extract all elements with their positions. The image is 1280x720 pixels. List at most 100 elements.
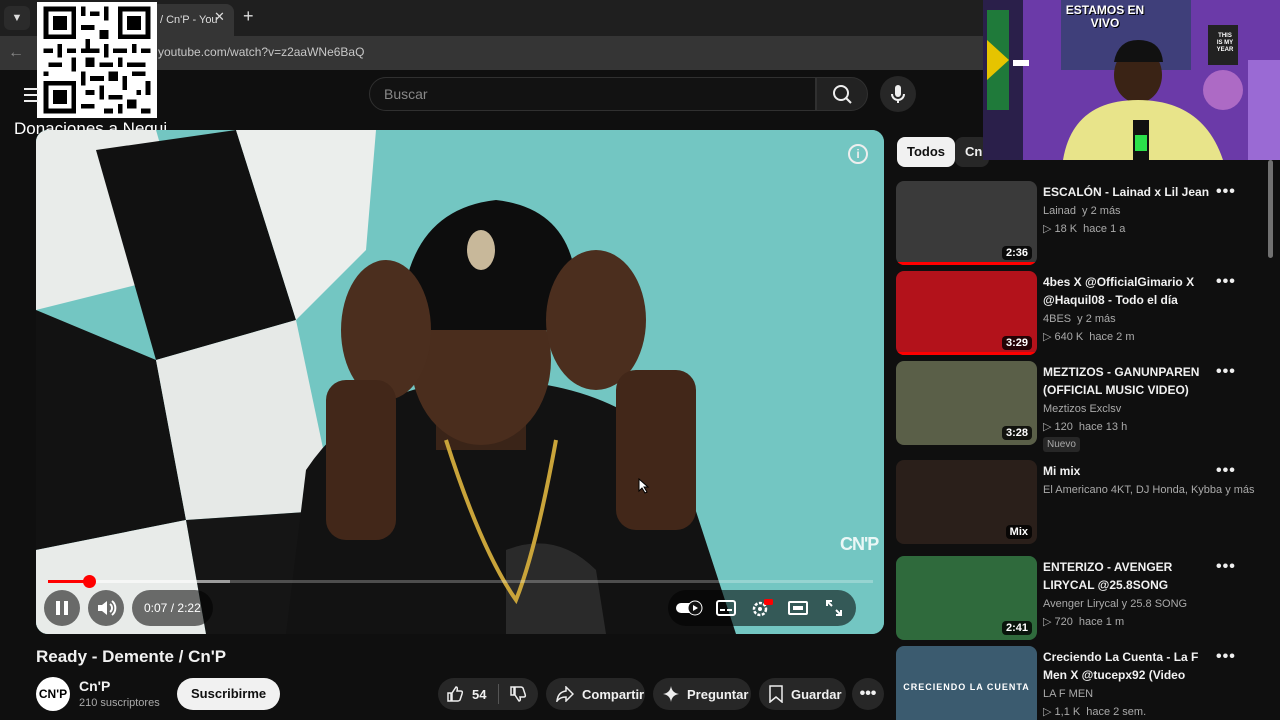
recommendation-title[interactable]: ENTERIZO - AVENGER LIRYCAL @25.8SONG [1043,558,1218,594]
subtitles-icon [716,600,736,616]
recommendation-thumbnail[interactable]: 3:28 [896,361,1037,445]
time-display: 0:07 / 2:22 [132,590,213,626]
subtitles-button[interactable] [708,590,744,626]
webcam-overlay: ESTAMOS EN VIVO THIS IS MY YEAR [983,0,1280,160]
info-icon[interactable]: i [848,144,868,164]
watched-progress [896,352,1037,355]
recommendation-item[interactable]: 2:41 ENTERIZO - AVENGER LIRYCAL @25.8SONG… [896,556,1266,646]
recommendation-thumbnail[interactable]: CRECIENDO LA CUENTA [896,646,1037,720]
recommendation-stats: ▷ 720 hace 1 m [1043,615,1124,628]
recommendation-title[interactable]: Mi mix [1043,462,1218,480]
fullscreen-button[interactable] [816,590,852,626]
upload-age: hace 2 sem. [1086,706,1147,718]
video-player[interactable]: i CN'P 0:07 / 2:22 [36,130,884,634]
subscriber-count: 210 suscriptores [79,697,160,709]
duration-badge: Mix [1005,525,1032,539]
mouse-cursor-icon [638,478,650,494]
url-field[interactable]: youtube.com/watch?v=z2aaWNe6BaQ [158,45,364,59]
search-input[interactable]: Buscar [369,77,816,111]
voice-search-button[interactable] [880,76,916,112]
gear-icon [752,599,773,617]
qr-code-image [37,2,157,118]
dislike-button[interactable] [509,685,527,703]
volume-button[interactable] [88,590,124,626]
tab-close-icon[interactable]: ✕ [214,9,225,25]
more-vertical-icon[interactable]: ••• [1216,462,1236,480]
tab-list-dropdown-icon[interactable]: ▼ [4,6,30,30]
time-total: 2:22 [177,601,201,615]
recommendation-title[interactable]: Creciendo La Cuenta - La F Men X @tucepx… [1043,648,1218,684]
channel-name: Lainad [1043,205,1077,217]
video-frame [36,130,884,634]
save-button[interactable]: Guardar [759,678,846,710]
upload-age: hace 1 a [1083,223,1126,235]
bookmark-icon [769,685,783,703]
theater-icon [788,601,808,615]
subscribe-button[interactable]: Suscribirme [177,678,281,710]
recommendation-thumbnail[interactable]: 3:29 [896,271,1037,355]
channel-name: Meztizos Exclsv [1043,403,1122,415]
more-vertical-icon[interactable]: ••• [1216,363,1236,381]
recommendation-channel[interactable]: LA F MEN [1043,688,1093,700]
recommendation-channel[interactable]: Avenger Lirycal y 25.8 SONG [1043,598,1187,610]
theater-mode-button[interactable] [780,590,816,626]
channel-name: LA F MEN [1043,688,1094,700]
pause-button[interactable] [44,590,80,626]
more-vertical-icon[interactable]: ••• [1216,648,1236,666]
thumbs-down-icon [510,686,527,702]
play-icon: ▷ [1043,223,1055,235]
recommendation-item[interactable]: 3:28 MEZTIZOS - GANUNPAREN (OFFICIAL MUSI… [896,361,1266,452]
new-tab-icon[interactable]: + [243,6,254,27]
sidebar-scrollbar[interactable] [1268,160,1273,258]
share-icon [556,686,574,702]
recommendation-thumbnail[interactable]: Mix [896,460,1037,544]
recommendation-item[interactable]: 2:36 ESCALÓN - Lainad x Lil Jean Lainad y 2… [896,181,1266,271]
webcam-poster: THIS IS MY YEAR [1213,31,1237,56]
view-count: 1,1 K [1054,706,1081,718]
channel-avatar[interactable]: CN'P [36,677,70,711]
recommendation-stats: ▷ 18 K hace 1 a [1043,222,1125,235]
recommendation-item[interactable]: 3:29 4bes X @OfficialGimario X @Haquil08 … [896,271,1266,361]
recommendation-channel[interactable]: 4BES y 2 más [1043,313,1116,325]
search-icon [833,85,852,104]
more-actions-button[interactable]: ••• [852,678,884,710]
recommendation-title[interactable]: ESCALÓN - Lainad x Lil Jean [1043,183,1218,201]
back-arrow-icon[interactable]: ← [8,44,24,62]
recommendation-item[interactable]: CRECIENDO LA CUENTA Creciendo La Cuenta -… [896,646,1266,720]
progress-bar[interactable] [48,575,873,588]
upload-age: hace 1 m [1078,616,1125,628]
recommendation-channel[interactable]: El Americano 4KT, DJ Honda, Kybba y más [1043,484,1255,496]
tab-title: / Cn'P - You [160,14,218,26]
settings-button[interactable] [744,590,780,626]
more-vertical-icon[interactable]: ••• [1216,558,1236,576]
save-label: Guardar [791,686,842,702]
recommendation-thumbnail[interactable]: 2:36 [896,181,1037,265]
recommendation-channel[interactable]: Meztizos Exclsv [1043,403,1121,415]
recommendation-item[interactable]: Mix Mi mix El Americano 4KT, DJ Honda, Kyb… [896,460,1266,550]
play-icon: ▷ [1043,706,1055,718]
new-badge: Nuevo [1043,437,1080,452]
share-button[interactable]: Compartir [546,678,645,710]
more-vertical-icon[interactable]: ••• [1216,273,1236,291]
time-current: 0:07 [144,601,168,615]
like-button[interactable]: 54 [446,685,486,703]
channel-name: El Americano 4KT, DJ Honda, Kybba y más [1043,484,1255,496]
recommendation-title[interactable]: MEZTIZOS - GANUNPAREN (OFFICIAL MUSIC VI… [1043,363,1218,399]
recommendation-thumbnail[interactable]: 2:41 [896,556,1037,640]
autoplay-toggle[interactable] [672,590,708,626]
recommendation-title[interactable]: 4bes X @OfficialGimario X @Haquil08 - To… [1043,273,1218,309]
like-count: 54 [472,686,487,702]
play-icon: ▷ [1043,616,1055,628]
chip-all[interactable]: Todos [897,137,956,167]
channel-watermark: CN'P [840,534,879,554]
share-label: Compartir [582,686,645,702]
more-vertical-icon[interactable]: ••• [1216,183,1236,201]
view-count: 120 [1054,421,1073,433]
search-button[interactable] [816,77,868,111]
recommendation-channel[interactable]: Lainad y 2 más [1043,205,1121,217]
duration-badge: 3:29 [1001,336,1032,350]
ask-button[interactable]: Preguntar [653,678,751,710]
hamburger-menu-icon[interactable] [24,88,38,106]
channel-name[interactable]: Cn'P [79,678,110,694]
ask-label: Preguntar [687,686,749,702]
